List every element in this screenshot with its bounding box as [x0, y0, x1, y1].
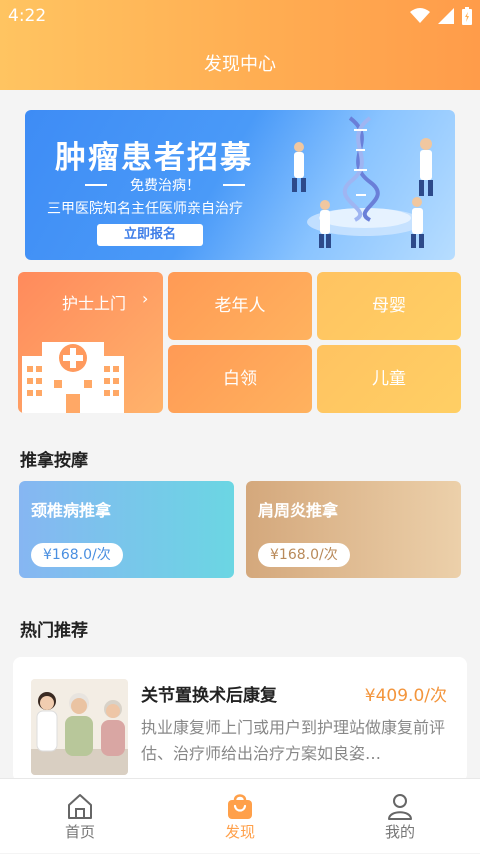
dna-illustration [292, 116, 433, 248]
status-icons [410, 7, 472, 25]
recommendation-price: ¥409.0/次 [364, 686, 447, 706]
tab-label: 发现 [224, 823, 255, 841]
wifi-icon [410, 8, 430, 23]
category-children[interactable]: 儿童 [317, 345, 461, 413]
massage-name: 肩周炎推拿 [258, 501, 339, 520]
status-time: 4:22 [8, 6, 47, 26]
massage-price: ¥168.0/次 [258, 543, 350, 567]
tab-discover[interactable]: 发现 [180, 779, 300, 854]
massage-card-cervical[interactable]: 颈椎病推拿 ¥168.0/次 [19, 481, 234, 578]
recommendation-title: 关节置换术后康复 [141, 686, 277, 706]
tab-home[interactable]: 首页 [20, 779, 140, 854]
category-mother-baby[interactable]: 母婴 [317, 272, 461, 340]
home-icon [68, 794, 92, 819]
massage-name: 颈椎病推拿 [31, 501, 112, 520]
page-title: 发现中心 [204, 54, 276, 75]
massage-price: ¥168.0/次 [31, 543, 123, 567]
chevron-right-icon: › [142, 289, 149, 308]
signup-button[interactable]: 立即报名 [97, 224, 203, 246]
hot-section-title: 热门推荐 [20, 621, 88, 641]
header: 4:22 发现中心 [0, 0, 480, 90]
battery-icon [462, 7, 472, 25]
hospital-icon [22, 342, 124, 413]
category-white-collar[interactable]: 白领 [168, 345, 312, 413]
recommendation-card[interactable]: 关节置换术后康复 ¥409.0/次 执业康复师上门或用户到护理站做康复前评估、治… [13, 657, 467, 782]
recommendation-image [31, 679, 128, 775]
recruitment-banner[interactable]: 肿瘤患者招募 免费治病！ 三甲医院知名主任医师亲自治疗 立即报名 [25, 110, 455, 260]
banner-description: 三甲医院知名主任医师亲自治疗 [47, 201, 243, 217]
user-icon [388, 794, 412, 820]
tab-label: 首页 [64, 823, 95, 841]
banner-subtitle: 免费治病！ [80, 175, 250, 195]
bottom-tab-bar: 首页 发现 我的 [0, 778, 480, 853]
massage-section-title: 推拿按摩 [20, 451, 88, 471]
category-nurse-visit-label: 护士上门 [62, 294, 127, 313]
tab-label: 我的 [384, 823, 415, 841]
category-elderly[interactable]: 老年人 [168, 272, 312, 340]
massage-card-shoulder[interactable]: 肩周炎推拿 ¥168.0/次 [246, 481, 461, 578]
category-nurse-visit[interactable]: 护士上门 › [18, 272, 163, 413]
signal-icon [438, 8, 454, 24]
banner-title: 肿瘤患者招募 [55, 140, 253, 176]
tab-mine[interactable]: 我的 [340, 779, 460, 854]
shopping-bag-icon [228, 794, 252, 819]
status-bar: 4:22 [0, 0, 480, 32]
recommendation-description: 执业康复师上门或用户到护理站做康复前评估、治疗师给出治疗方案如良姿… [141, 718, 446, 763]
